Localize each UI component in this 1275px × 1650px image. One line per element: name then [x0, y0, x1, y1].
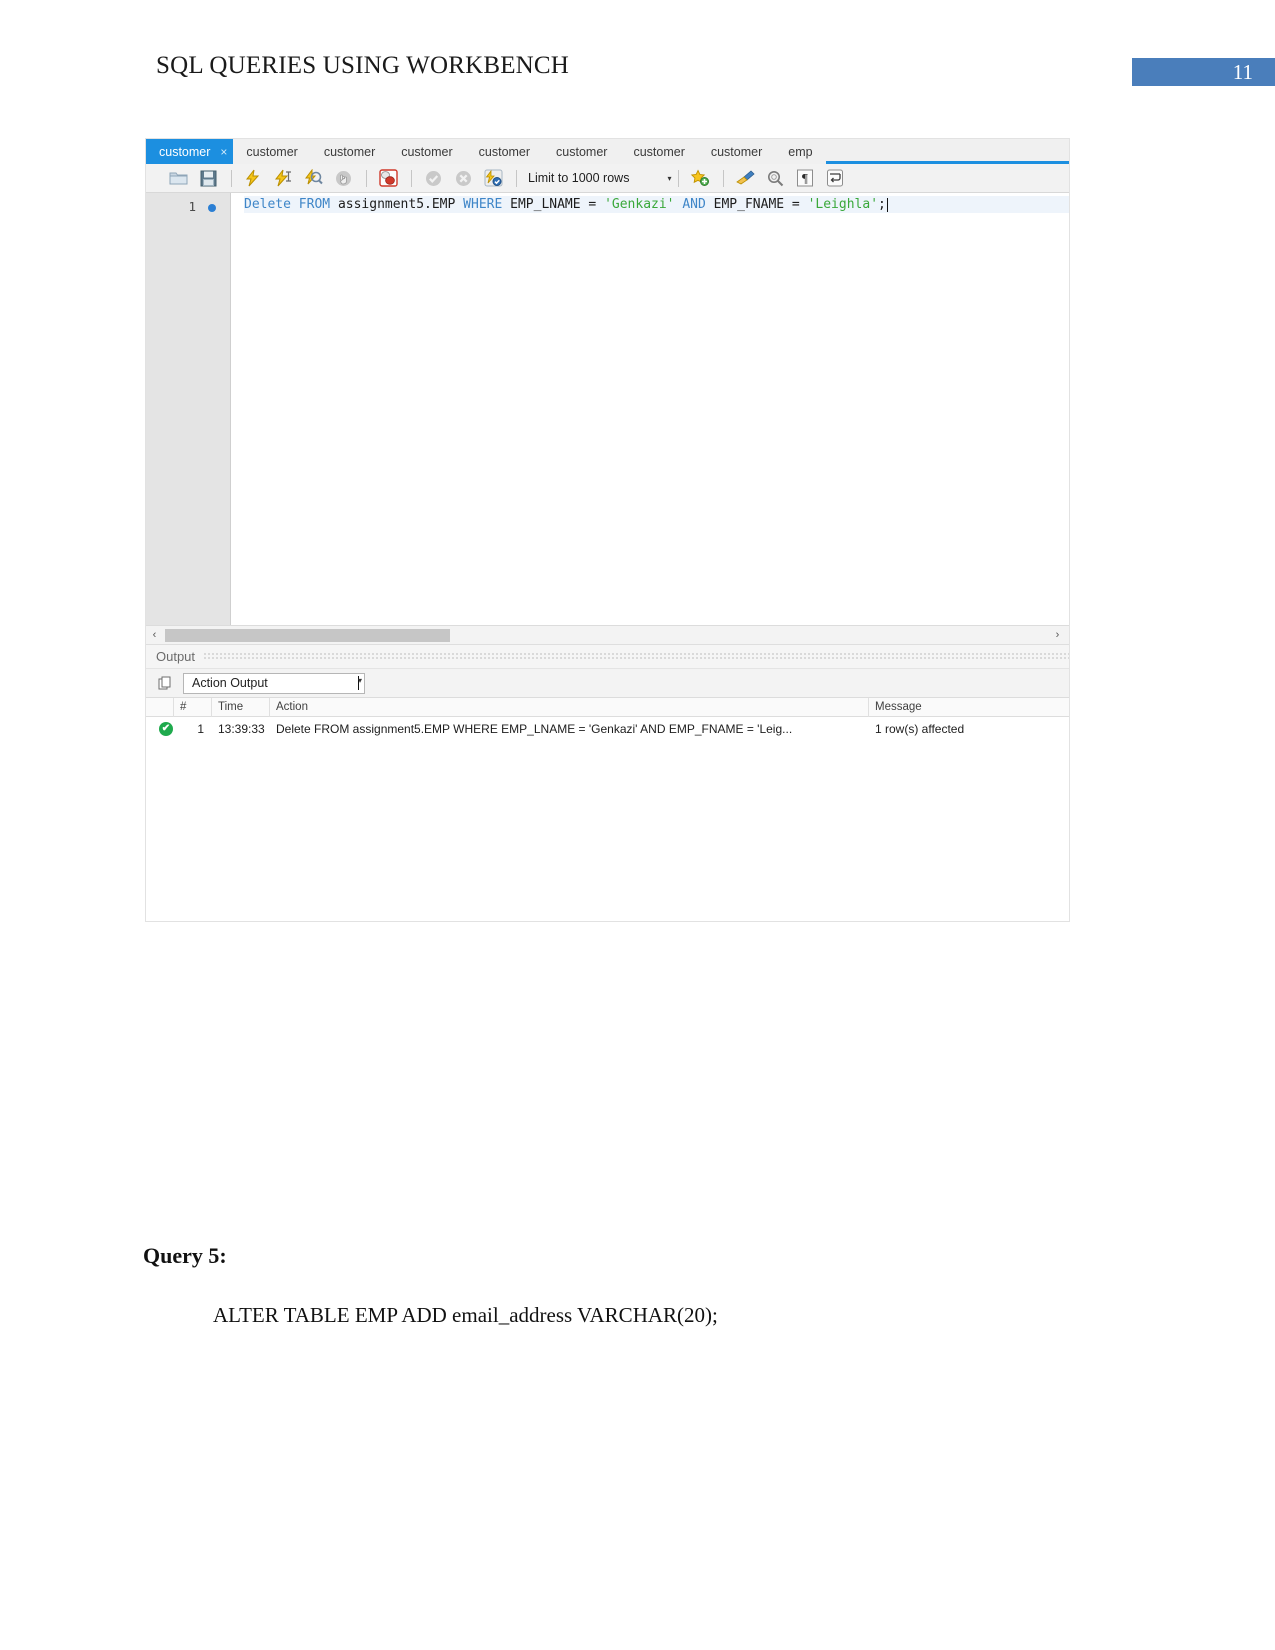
- tab-customer-6[interactable]: customer: [543, 139, 621, 164]
- sql-token-where: WHERE: [463, 197, 511, 212]
- limit-value: 1000 rows: [571, 171, 630, 185]
- tab-label: customer: [159, 144, 211, 159]
- limit-rows-selector[interactable]: Limit to 1000 rows ▾: [528, 171, 671, 185]
- tab-label: customer: [556, 144, 608, 159]
- execute-statement-icon[interactable]: [239, 166, 267, 190]
- sql-token-lname-value: 'Genkazi': [604, 197, 683, 212]
- toolbar-separator: [411, 169, 412, 187]
- toggle-autocommit-icon[interactable]: [479, 166, 507, 190]
- chevron-down-icon[interactable]: ▾: [667, 174, 671, 183]
- document-header: SQL QUERIES USING WORKBENCH 11: [0, 52, 1275, 92]
- chevron-down-icon[interactable]: ▾: [358, 676, 362, 690]
- column-header-number: #: [174, 697, 212, 717]
- tab-label: customer: [246, 144, 298, 159]
- column-header-action: Action: [270, 697, 869, 717]
- page-number: 11: [1232, 60, 1253, 84]
- output-panel-title: Output: [156, 649, 196, 664]
- beautify-query-icon[interactable]: [686, 166, 714, 190]
- sql-token-table: assignment5.EMP: [337, 197, 464, 212]
- tab-label: customer: [633, 144, 685, 159]
- editor-gutter: 1: [146, 193, 231, 625]
- tab-customer-3[interactable]: customer: [310, 139, 389, 164]
- tab-customer-2[interactable]: customer: [233, 139, 311, 164]
- tab-label: customer: [323, 144, 376, 159]
- toggle-stop-on-error-icon[interactable]: [374, 166, 402, 190]
- tab-label: emp: [788, 144, 813, 159]
- action-output-toolbar: Action Output ▾: [146, 669, 1069, 698]
- column-header-status: [146, 697, 174, 717]
- sql-token-lname-eq: EMP_LNAME =: [510, 197, 605, 212]
- tab-label: customer: [401, 144, 453, 159]
- commit-icon[interactable]: [419, 166, 447, 190]
- save-script-icon[interactable]: [194, 166, 222, 190]
- row-time-cell: 13:39:33: [218, 722, 265, 736]
- wrap-lines-icon[interactable]: [821, 166, 849, 190]
- action-output-table: # Time Action Message ✔ 1 13:39:33 Delet…: [146, 697, 1069, 889]
- sql-token-and: AND: [682, 197, 714, 212]
- tab-customer-8[interactable]: customer: [697, 139, 776, 164]
- column-header-time: Time: [212, 697, 270, 717]
- statement-marker-icon[interactable]: [208, 204, 216, 212]
- line-number: 1: [188, 199, 196, 214]
- svg-text:¶: ¶: [803, 171, 809, 186]
- sql-editor[interactable]: 1 Delete FROM assignment5.EMP WHERE EMP_…: [146, 193, 1069, 625]
- tab-label: customer: [478, 144, 531, 159]
- sql-token-fname-eq: EMP_FNAME =: [713, 197, 808, 212]
- row-message-cell: 1 row(s) affected: [875, 722, 965, 736]
- editor-toolbar: Limit to 1000 rows ▾ ¶: [146, 164, 1069, 193]
- toolbar-separator: [516, 169, 517, 187]
- output-type-select[interactable]: Action Output ▾: [183, 672, 365, 694]
- sql-token-fname-value: 'Leighla': [807, 197, 879, 212]
- table-empty-area: [146, 741, 1069, 889]
- row-number-cell: 1: [197, 722, 204, 736]
- limit-label: Limit to: [528, 171, 569, 185]
- sql-statement-line[interactable]: Delete FROM assignment5.EMP WHERE EMP_LN…: [244, 196, 1069, 213]
- success-check-icon: ✔: [159, 722, 173, 736]
- scrollbar-thumb[interactable]: [165, 628, 450, 642]
- open-sql-script-icon[interactable]: [164, 166, 192, 190]
- document-page: SQL QUERIES USING WORKBENCH 11 customer …: [0, 0, 1275, 1650]
- sql-token-delete: Delete: [244, 197, 299, 212]
- row-status-cell: ✔: [146, 717, 174, 741]
- toolbar-separator: [678, 169, 680, 187]
- tab-customer-7[interactable]: customer: [620, 139, 698, 164]
- row-action-cell: Delete FROM assignment5.EMP WHERE EMP_LN…: [276, 722, 793, 736]
- tab-emp[interactable]: emp: [775, 139, 826, 164]
- rollback-icon[interactable]: [449, 166, 477, 190]
- scroll-left-icon[interactable]: ‹: [146, 629, 163, 641]
- splitter-grip[interactable]: [203, 652, 1069, 661]
- search-icon[interactable]: [761, 166, 789, 190]
- scroll-right-icon[interactable]: ›: [1049, 629, 1066, 641]
- text-caret: [886, 197, 888, 212]
- toolbar-separator: [723, 169, 725, 187]
- stop-execution-icon[interactable]: [329, 166, 357, 190]
- toolbar-separator: [231, 169, 232, 187]
- explain-query-icon[interactable]: [299, 166, 327, 190]
- table-row[interactable]: ✔ 1 13:39:33 Delete FROM assignment5.EMP…: [146, 717, 1069, 741]
- query-heading: Query 5:: [143, 1243, 227, 1268]
- execute-current-statement-icon[interactable]: [269, 166, 297, 190]
- workbench-screenshot: customer × customer customer customer cu…: [145, 138, 1070, 922]
- page-title: SQL QUERIES USING WORKBENCH: [156, 52, 570, 79]
- page-number-badge: 11: [1132, 58, 1275, 86]
- column-header-message: Message: [875, 701, 922, 713]
- editor-code-area[interactable]: Delete FROM assignment5.EMP WHERE EMP_LN…: [231, 193, 1069, 625]
- output-type-value: Action Output: [192, 676, 268, 690]
- tab-customer-5[interactable]: customer: [465, 139, 544, 164]
- toolbar-separator: [366, 169, 367, 187]
- editor-tabstrip: customer × customer customer customer cu…: [146, 139, 1069, 164]
- output-panel-header: Output: [146, 644, 1069, 669]
- toggle-invisible-chars-icon[interactable]: ¶: [791, 166, 819, 190]
- tab-label: customer: [710, 144, 763, 159]
- close-icon[interactable]: ×: [220, 146, 227, 158]
- sql-token-semicolon: ;: [878, 197, 886, 212]
- clear-query-icon[interactable]: [731, 166, 759, 190]
- table-header-row: # Time Action Message: [146, 697, 1069, 717]
- sql-token-from: FROM: [298, 197, 338, 212]
- query-statement: ALTER TABLE EMP ADD email_address VARCHA…: [213, 1303, 718, 1327]
- tab-customer-4[interactable]: customer: [388, 139, 466, 164]
- copy-rows-icon[interactable]: [158, 676, 173, 691]
- editor-horizontal-scrollbar[interactable]: ‹ ›: [146, 625, 1069, 644]
- tab-customer-active[interactable]: customer ×: [146, 139, 234, 164]
